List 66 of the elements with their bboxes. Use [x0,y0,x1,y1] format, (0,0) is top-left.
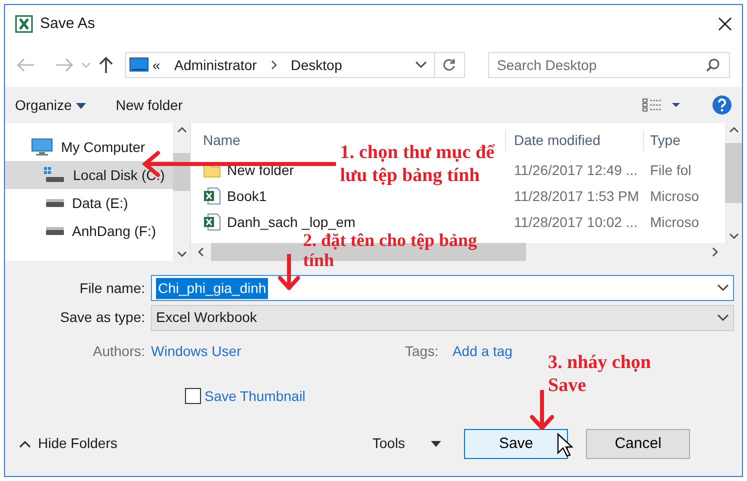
folder-tree-item[interactable]: My Computer [5,133,173,161]
field-label: Save as type: [59,308,146,327]
excel-icon [15,15,33,33]
scroll-up-icon[interactable] [728,127,738,133]
scroll-right-icon[interactable] [712,247,718,257]
field-label: Tags: [405,342,438,361]
window-title: Save As [40,14,96,34]
computer-icon [31,138,53,156]
search-icon [706,58,720,72]
annotation-arrow [278,254,300,290]
checkbox-label[interactable]: Save Thumbnail [204,386,306,406]
search-field[interactable]: Search Desktop [488,52,730,78]
cancel-button[interactable]: Cancel [586,428,690,458]
authors-link[interactable]: Windows User [151,340,405,362]
column-header[interactable]: Date modified [506,130,644,150]
overflow-chevrons[interactable]: « [152,54,160,76]
scroll-down-icon[interactable] [728,233,738,239]
date-cell-text: 11/28/2017 1:53 PM [513,186,640,206]
dropdown-caret-icon[interactable] [414,61,426,69]
caret-icon[interactable] [431,440,442,446]
file-type-dropdown[interactable]: Excel Workbook [151,304,734,330]
annotation-text: 3. nháy chọn Save [548,351,652,398]
caret-icon[interactable] [76,102,86,109]
file-name[interactable]: Danh_sach _lop_em [227,212,356,232]
hide-folders-button[interactable]: Hide Folders [38,433,118,454]
folder-tree-item[interactable]: Data (E:) [5,189,173,217]
type-cell-text: File fol [649,160,692,180]
add-tag-link[interactable]: Add a tag [452,340,512,362]
date-cell-text: 11/26/2017 12:49 ... [513,160,639,180]
type-cell-text: Microso [649,212,699,232]
type-cell-text: Microso [649,186,699,206]
annotation-text: 2. đặt tên cho tệp bảng tính [303,231,478,271]
folder-tree-item[interactable]: AnhDang (F:) [5,217,173,245]
tools-menu[interactable]: Tools [372,433,406,454]
help-icon[interactable] [712,95,732,115]
checkbox[interactable] [185,388,201,404]
column-header[interactable]: Type [644,130,699,150]
chevron-icon [270,60,277,70]
organize-menu[interactable]: Organize [15,94,86,116]
address-bar[interactable]: « Administrator Desktop [124,52,464,78]
breadcrumb-link[interactable]: Desktop [290,54,342,76]
up-arrow-icon[interactable] [99,56,113,74]
scroll-up-icon[interactable] [176,127,186,133]
mouse-cursor-icon [557,433,573,457]
file-name-field[interactable]: Chi_phi_gia_dinh [151,275,734,301]
annotation-arrow [530,390,554,430]
date-cell-text: 11/28/2017 10:02 ... [513,212,639,232]
computer-icon [129,57,149,73]
save-button[interactable]: Save [464,428,568,458]
field-label: Authors: [92,342,146,360]
file-name[interactable]: New folder [227,160,294,180]
system-drive-icon [43,166,65,184]
close-icon[interactable] [718,17,732,31]
scroll-down-icon[interactable] [176,251,186,257]
field-label: File name: [78,278,146,298]
excel-file-icon [203,187,221,205]
file-name[interactable]: Book1 [227,186,267,206]
excel-file-icon [203,213,221,231]
caret-icon[interactable] [19,440,31,448]
refresh-icon [442,58,456,72]
dropdown-caret-icon[interactable] [717,284,729,292]
breadcrumb-link[interactable]: Administrator [174,54,257,76]
scroll-left-icon[interactable] [198,247,204,257]
view-options-icon[interactable] [642,98,682,112]
dropdown-caret-icon[interactable] [717,314,729,322]
new-folder-button[interactable]: New folder [116,94,183,116]
